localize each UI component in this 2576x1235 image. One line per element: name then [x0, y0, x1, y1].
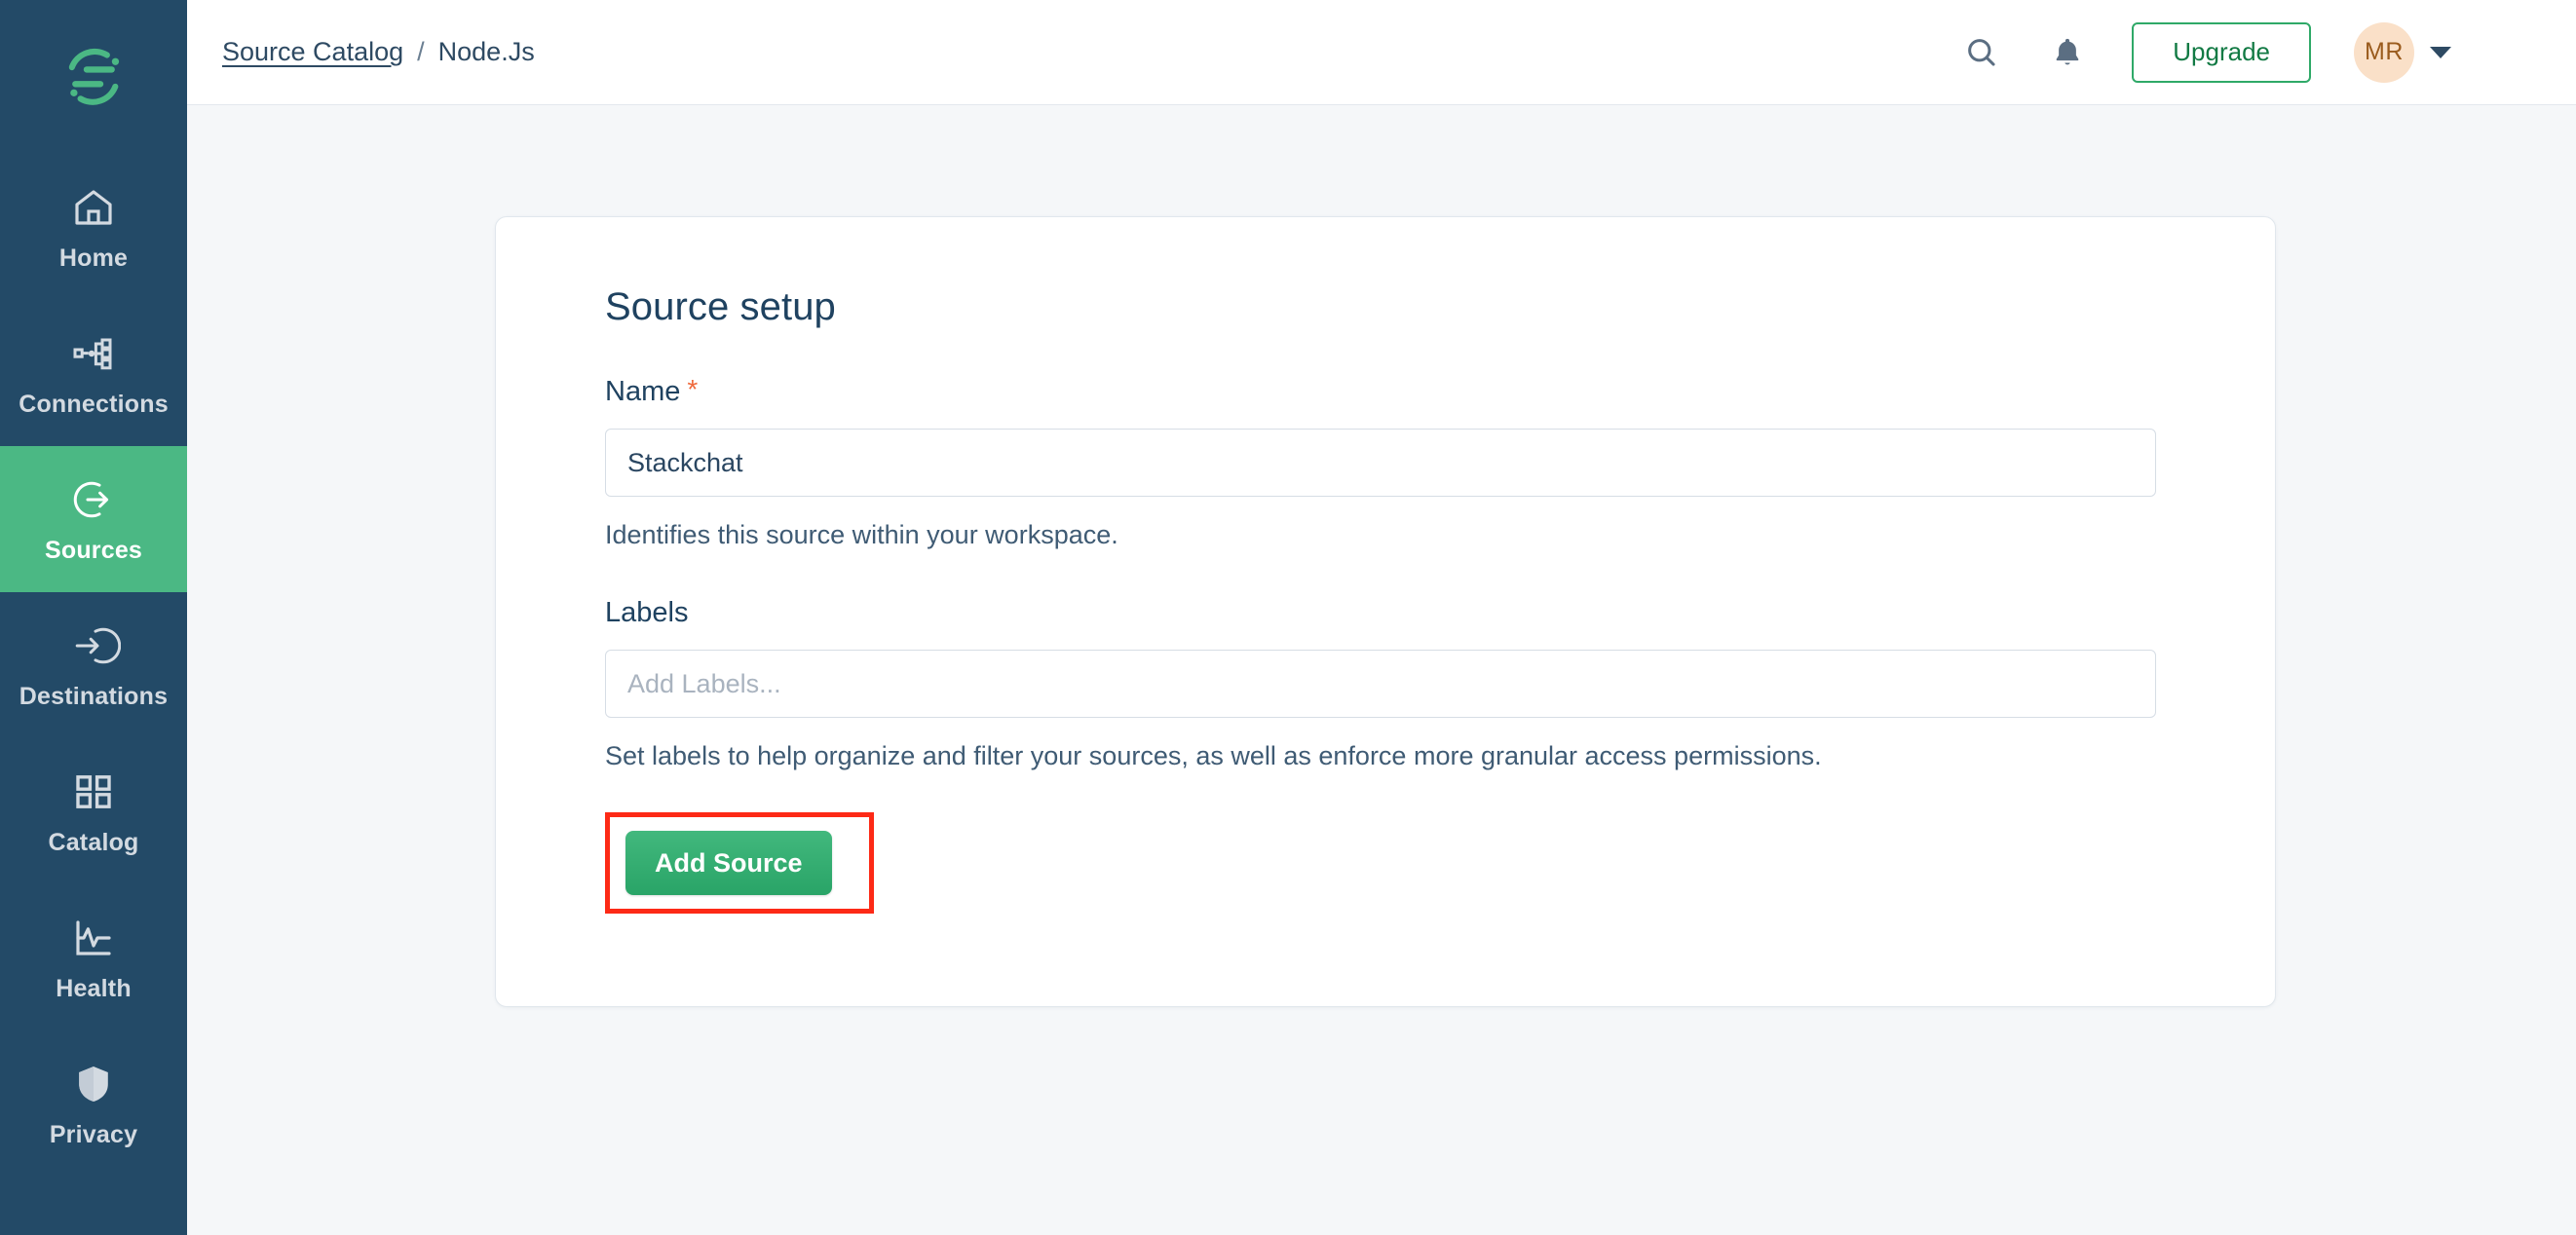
labels-label-text: Labels: [605, 597, 689, 628]
name-label-text: Name: [605, 376, 681, 407]
sidebar-item-connections[interactable]: Connections: [0, 300, 187, 446]
sidebar-item-home[interactable]: Home: [0, 154, 187, 300]
sidebar-item-label: Catalog: [48, 828, 139, 856]
search-icon: [1968, 38, 1995, 66]
stackchat-logo-icon: [68, 48, 120, 105]
sidebar-item-label: Connections: [19, 390, 169, 418]
catalog-grid-icon: [76, 774, 111, 808]
name-help-text: Identifies this source within your works…: [605, 520, 1118, 549]
topbar-actions: Upgrade MR: [1960, 21, 2451, 83]
sidebar-item-sources[interactable]: Sources: [0, 446, 187, 592]
sidebar-item-health[interactable]: Health: [0, 884, 187, 1030]
notifications-button[interactable]: [2046, 31, 2089, 74]
main-column: Source Catalog / Node.Js Upgrade MR Sour…: [187, 0, 2576, 1235]
upgrade-button[interactable]: Upgrade: [2132, 21, 2311, 83]
breadcrumb-current-page: Node.Js: [437, 37, 535, 66]
sidebar-item-catalog[interactable]: Catalog: [0, 738, 187, 884]
user-menu[interactable]: MR: [2354, 21, 2451, 83]
health-chart-icon: [76, 919, 111, 955]
chevron-down-icon: [2430, 46, 2451, 58]
app-root: Home Connections Sources Destinations Ca…: [0, 0, 2576, 1235]
avatar: MR: [2354, 21, 2414, 83]
sidebar-item-label: Privacy: [49, 1120, 138, 1148]
labels-input[interactable]: [605, 650, 2156, 718]
name-input[interactable]: [605, 429, 2156, 497]
sources-arrow-out-icon: [73, 481, 109, 517]
breadcrumb: Source Catalog / Node.Js: [222, 37, 535, 67]
destinations-arrow-in-icon: [75, 627, 121, 663]
connections-icon: [73, 338, 112, 369]
source-setup-card: Source setup Name * Identifies this sour…: [495, 216, 2276, 1007]
labels-help-text: Set labels to help organize and filter y…: [605, 741, 1822, 770]
add-source-button[interactable]: Add Source: [625, 831, 832, 895]
required-asterisk: *: [687, 374, 699, 404]
breadcrumb-link-source-catalog[interactable]: Source Catalog: [222, 37, 403, 67]
content-area: Source setup Name * Identifies this sour…: [187, 105, 2576, 1235]
name-field-label: Name *: [605, 376, 2183, 408]
sidebar-item-label: Sources: [44, 536, 143, 564]
topbar: Source Catalog / Node.Js Upgrade MR: [187, 0, 2576, 105]
bell-icon: [2056, 38, 2079, 64]
sidebar: Home Connections Sources Destinations Ca…: [0, 0, 187, 1235]
privacy-shield-icon: [79, 1066, 108, 1102]
sidebar-item-destinations[interactable]: Destinations: [0, 592, 187, 738]
add-source-highlight-box: Add Source: [605, 812, 874, 914]
logo[interactable]: [0, 0, 187, 154]
home-icon: [75, 189, 112, 225]
sidebar-item-label: Health: [56, 974, 132, 1002]
breadcrumb-separator: /: [417, 37, 425, 66]
sidebar-item-privacy[interactable]: Privacy: [0, 1030, 187, 1177]
sidebar-item-label: Home: [58, 243, 129, 272]
page-title: Source setup: [605, 285, 836, 328]
search-button[interactable]: [1960, 31, 2003, 74]
labels-field-label: Labels: [605, 597, 2183, 629]
sidebar-item-label: Destinations: [19, 682, 169, 710]
